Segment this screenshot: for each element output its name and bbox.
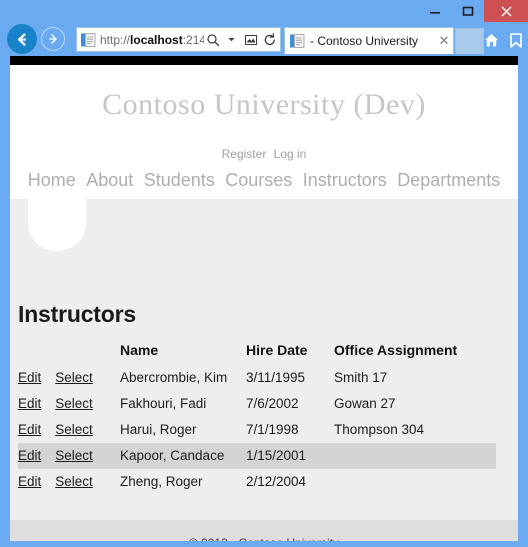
cell-hire-date: 2/12/2004 (246, 474, 307, 489)
page-favicon-icon (81, 32, 96, 47)
edit-link[interactable]: Edit (18, 422, 41, 437)
page-viewport: Contoso University (Dev) Register Log in… (10, 56, 518, 541)
home-icon[interactable] (481, 30, 502, 51)
favorites-icon[interactable] (505, 30, 526, 51)
row-actions: Edit Select (18, 417, 120, 443)
forward-arrow-icon (49, 34, 57, 44)
table-header-row: Name Hire Date Office Assignment (18, 342, 496, 365)
table-row[interactable]: Edit Select Abercrombie, Kim 3/11/1995 Sm… (18, 365, 496, 391)
edit-link[interactable]: Edit (18, 448, 41, 463)
cell-office: Thompson 304 (334, 422, 425, 437)
select-link[interactable]: Select (55, 370, 93, 385)
site-header: Contoso University (Dev) Register Log in… (10, 65, 518, 199)
minimize-button[interactable] (418, 0, 451, 22)
cell-office: Gowan 27 (334, 396, 396, 411)
nav-item-home[interactable]: Home (28, 170, 76, 190)
cell-office (334, 443, 496, 469)
cell-name: Kapoor, Candace (120, 443, 246, 469)
url-port: :214 (182, 32, 204, 47)
tab-favicon-icon (290, 34, 305, 48)
select-link[interactable]: Select (55, 474, 93, 489)
table-row[interactable]: Edit Select Zheng, Roger 2/12/2004 (18, 469, 496, 495)
address-bar[interactable]: http://localhost:214 (76, 27, 281, 52)
search-icon[interactable] (204, 31, 221, 49)
nav-item-about[interactable]: About (86, 170, 133, 190)
cell-hire-date: 1/15/2001 (246, 443, 334, 469)
toolbar-right-icons (481, 30, 526, 51)
edit-link[interactable]: Edit (18, 396, 41, 411)
table-row-selected[interactable]: Edit Select Kapoor, Candace 1/15/2001 (18, 443, 496, 469)
minimize-icon (429, 12, 440, 14)
new-tab-button[interactable] (455, 28, 484, 54)
browser-tab[interactable]: - Contoso University ✕ (284, 27, 454, 54)
browser-toolbar: http://localhost:214 - Contoso Universit… (0, 22, 528, 56)
row-actions: Edit Select (18, 443, 120, 469)
compatibility-view-icon[interactable] (242, 31, 259, 49)
title-bar (0, 0, 528, 22)
page-top-bar (10, 56, 518, 65)
cell-hire-date: 7/1/1998 (246, 422, 299, 437)
close-button[interactable] (484, 0, 528, 22)
register-link[interactable]: Register (222, 147, 267, 161)
column-header-office-assignment: Office Assignment (334, 342, 458, 358)
column-header-actions (18, 342, 120, 365)
maximize-icon (462, 6, 473, 16)
address-text: http://localhost:214 (100, 32, 204, 48)
table-header: Name Hire Date Office Assignment (18, 342, 496, 365)
table-body: Edit Select Abercrombie, Kim 3/11/1995 Sm… (18, 365, 496, 495)
address-bar-icons (204, 31, 278, 49)
forward-button[interactable] (41, 27, 65, 51)
nav-item-departments[interactable]: Departments (397, 170, 500, 190)
browser-window: http://localhost:214 - Contoso Universit… (0, 0, 528, 547)
cell-hire-date: 3/11/1995 (246, 370, 306, 385)
cell-office: Smith 17 (334, 370, 388, 385)
url-host: localhost (130, 32, 183, 47)
tab-title: - Contoso University (310, 33, 419, 48)
cell-name: Fakhouri, Fadi (120, 396, 207, 411)
cell-office (334, 469, 496, 495)
select-link[interactable]: Select (55, 448, 93, 463)
select-link[interactable]: Select (55, 422, 93, 437)
refresh-icon[interactable] (261, 31, 278, 49)
table-row[interactable]: Edit Select Fakhouri, Fadi 7/6/2002 Gowan… (18, 391, 496, 417)
row-actions: Edit Select (18, 391, 120, 417)
chevron-down-icon[interactable] (223, 31, 240, 49)
decorative-circle (28, 199, 86, 251)
nav-item-students[interactable]: Students (144, 170, 215, 190)
edit-link[interactable]: Edit (18, 474, 41, 489)
back-arrow-icon (17, 32, 26, 46)
row-actions: Edit Select (18, 469, 120, 495)
cell-name: Abercrombie, Kim (120, 370, 228, 385)
select-link[interactable]: Select (55, 396, 93, 411)
nav-item-courses[interactable]: Courses (225, 170, 292, 190)
row-actions: Edit Select (18, 365, 120, 391)
page-title: Instructors (18, 301, 136, 327)
login-link[interactable]: Log in (274, 147, 307, 161)
window-controls (418, 0, 528, 22)
maximize-button[interactable] (451, 0, 484, 22)
back-button[interactable] (7, 24, 37, 54)
tab-close-icon[interactable]: ✕ (435, 32, 453, 50)
main-content: Instructors Name Hire Date Office Assign… (10, 199, 518, 520)
cell-name: Zheng, Roger (120, 474, 203, 489)
column-header-hire-date: Hire Date (246, 342, 308, 358)
cell-name: Harui, Roger (120, 422, 197, 437)
nav-item-instructors[interactable]: Instructors (303, 170, 387, 190)
close-icon (500, 5, 512, 17)
column-header-name: Name (120, 342, 159, 358)
site-brand: Contoso University (Dev) (102, 88, 426, 121)
main-navigation: Home About Students Courses Instructors … (10, 170, 518, 191)
account-links: Register Log in (10, 147, 518, 161)
instructors-table: Name Hire Date Office Assignment Edit Sel… (18, 342, 496, 495)
edit-link[interactable]: Edit (18, 370, 41, 385)
cell-hire-date: 7/6/2002 (246, 396, 299, 411)
url-scheme: http:// (100, 32, 131, 47)
footer-text: © 2013 - Contoso University (10, 536, 518, 541)
table-row[interactable]: Edit Select Harui, Roger 7/1/1998 Thompso… (18, 417, 496, 443)
